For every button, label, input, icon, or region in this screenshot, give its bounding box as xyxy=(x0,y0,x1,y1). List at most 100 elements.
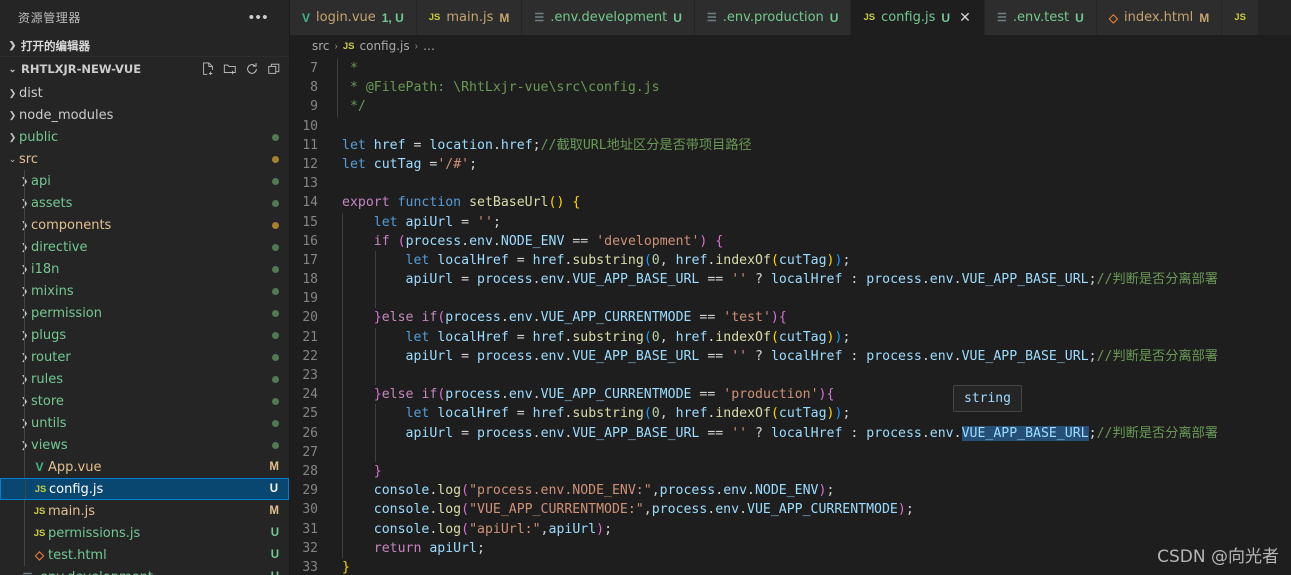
vscode-window: 资源管理器 ••• ❯ 打开的编辑器 ⌄ RHTLXJR-NEW-VUE ❯ d… xyxy=(0,0,1291,575)
tree-item-directive[interactable]: ❯directive xyxy=(0,236,289,258)
line-number: 25 xyxy=(302,406,318,422)
open-editors-label: 打开的编辑器 xyxy=(21,38,90,53)
breadcrumb-separator-icon: › xyxy=(334,40,338,52)
indent-guide xyxy=(24,170,25,192)
code-line: 23 xyxy=(290,366,1291,386)
tree-item-label: permissions.js xyxy=(48,525,141,541)
tree-item-test.html[interactable]: ◇ test.html U xyxy=(0,544,289,566)
tree-item-dist[interactable]: ❯ dist xyxy=(0,82,289,104)
git-status-dot xyxy=(272,177,279,185)
line-number: 10 xyxy=(302,118,318,134)
tab-git-badge: 1, U xyxy=(381,10,404,25)
js-file-icon: JS xyxy=(863,12,876,23)
code-editor[interactable]: 7 * 8 * @FilePath: \RhtLxjr-vue\src\confi… xyxy=(290,57,1291,575)
tree-item-assets[interactable]: ❯assets xyxy=(0,192,289,214)
js-file-icon: JS xyxy=(33,505,46,517)
tree-item-views[interactable]: ❯views xyxy=(0,434,289,456)
tree-item-plugs[interactable]: ❯plugs xyxy=(0,324,289,346)
tree-item-node_modules[interactable]: ❯ node_modules xyxy=(0,104,289,126)
line-number: 26 xyxy=(302,425,318,441)
indent-guide xyxy=(24,456,25,478)
line-number: 32 xyxy=(302,540,318,556)
editor-tab-login.vue[interactable]: Vlogin.vue 1, U xyxy=(290,0,417,35)
code-text: }else if(process.env.VUE_APP_CURRENTMODE… xyxy=(338,385,834,405)
env-file-icon: ☰ xyxy=(534,12,545,24)
tree-item-src[interactable]: ⌄ src xyxy=(0,148,289,170)
editor-tab-config.js[interactable]: JS config.js U ✕ xyxy=(851,0,986,35)
editor-tab-.env.production[interactable]: ☰ .env.production U xyxy=(694,0,852,35)
collapse-all-icon[interactable] xyxy=(267,62,281,76)
new-folder-icon[interactable] xyxy=(223,62,237,76)
editor-tab-.env.development[interactable]: ☰ .env.development U xyxy=(522,0,695,35)
tree-item-label: assets xyxy=(31,195,73,211)
code-line: 27 xyxy=(290,442,1291,462)
tree-item-app.vue[interactable]: V App.vue M xyxy=(0,456,289,478)
code-line: 12 let cutTag ='/#'; xyxy=(290,155,1291,174)
tree-item-api[interactable]: ❯api xyxy=(0,170,289,192)
explorer-actions xyxy=(201,62,281,76)
git-status-dot xyxy=(272,419,279,427)
tree-item-label: config.js xyxy=(49,481,104,497)
code-line: 24 }else if(process.env.VUE_APP_CURRENTM… xyxy=(290,385,1291,405)
tree-item-config.js[interactable]: JS config.js U xyxy=(0,478,289,500)
tree-item-rules[interactable]: ❯rules xyxy=(0,368,289,390)
breadcrumb-symbol-ellipsis[interactable]: … xyxy=(423,39,435,53)
section-project-root[interactable]: ⌄ RHTLXJR-NEW-VUE xyxy=(0,57,289,81)
breadcrumb-folder[interactable]: src xyxy=(312,39,330,53)
code-line: 16 if (process.env.NODE_ENV == 'developm… xyxy=(290,231,1291,251)
editor-tab-overflow[interactable]: JS xyxy=(1222,0,1259,35)
editor-tab-index.html[interactable]: ◇ index.html M xyxy=(1096,0,1223,35)
tab-git-badge: U xyxy=(673,10,682,25)
tree-item-label: api xyxy=(31,173,51,189)
tree-item-store[interactable]: ❯store xyxy=(0,390,289,412)
code-text: apiUrl = process.env.VUE_APP_BASE_URL ==… xyxy=(338,270,1218,290)
indent-guide xyxy=(24,346,25,368)
line-number: 12 xyxy=(302,156,318,172)
line-number: 11 xyxy=(302,137,318,153)
tree-item-mixins[interactable]: ❯mixins xyxy=(0,280,289,302)
tree-item-components[interactable]: ❯components xyxy=(0,214,289,236)
tree-item-permissions.js[interactable]: JS permissions.js U xyxy=(0,522,289,544)
tree-item-main.js[interactable]: JS main.js M xyxy=(0,500,289,522)
tree-item-permission[interactable]: ❯permission xyxy=(0,302,289,324)
new-file-icon[interactable] xyxy=(201,62,215,76)
line-number: 17 xyxy=(302,252,318,268)
indent-guide xyxy=(24,302,25,324)
git-status-dot xyxy=(272,441,279,449)
tree-item-i18n[interactable]: ❯i18n xyxy=(0,258,289,280)
line-number: 8 xyxy=(310,80,318,96)
html-file-icon: ◇ xyxy=(1108,10,1118,25)
code-line: 30 console.log("VUE_APP_CURRENTMODE:",pr… xyxy=(290,500,1291,520)
breadcrumb-file[interactable]: config.js xyxy=(360,39,410,53)
editor-tab-.env.test[interactable]: ☰ .env.test U xyxy=(985,0,1097,35)
line-number: 19 xyxy=(302,291,318,307)
tree-item-label: App.vue xyxy=(48,459,102,475)
vue-file-icon: V xyxy=(35,460,44,474)
tab-git-badge: U xyxy=(1075,10,1084,25)
chevron-right-icon: ❯ xyxy=(8,40,17,50)
line-number: 31 xyxy=(302,521,318,537)
tree-item-router[interactable]: ❯router xyxy=(0,346,289,368)
indent-guide xyxy=(24,500,25,522)
file-tree: ❯dist❯node_modules❯public⌄src❯api❯assets… xyxy=(0,81,289,575)
line-number: 30 xyxy=(302,502,318,518)
close-icon[interactable]: ✕ xyxy=(958,9,972,26)
tab-label: config.js xyxy=(881,10,936,25)
editor-tab-main.js[interactable]: JS main.js M xyxy=(416,0,523,35)
tree-item-.env.development[interactable]: ☰.env.development U xyxy=(0,566,289,575)
code-text: } xyxy=(338,461,382,482)
line-number: 33 xyxy=(302,559,318,575)
tree-item-public[interactable]: ❯ public xyxy=(0,126,289,148)
refresh-icon[interactable] xyxy=(245,62,259,76)
tree-item-label: permission xyxy=(31,305,102,321)
project-root-label: RHTLXJR-NEW-VUE xyxy=(21,62,142,76)
tree-item-untils[interactable]: ❯untils xyxy=(0,412,289,434)
line-number: 13 xyxy=(302,176,318,192)
line-number: 20 xyxy=(302,310,318,326)
code-line: 13 xyxy=(290,174,1291,193)
code-text: return apiUrl; xyxy=(338,538,485,558)
more-actions-icon[interactable]: ••• xyxy=(249,10,269,25)
code-text: let apiUrl = ''; xyxy=(338,212,501,232)
section-open-editors[interactable]: ❯ 打开的编辑器 xyxy=(0,35,289,57)
tree-item-label: plugs xyxy=(31,327,67,343)
